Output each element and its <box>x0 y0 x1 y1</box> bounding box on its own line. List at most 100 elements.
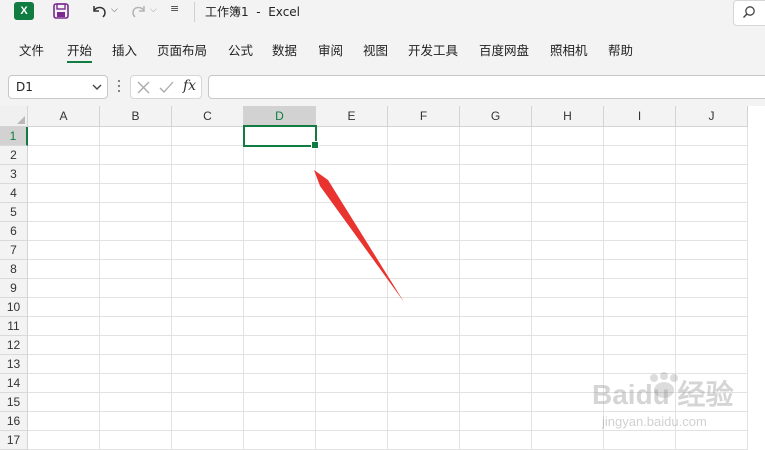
cancel-icon[interactable] <box>137 81 150 94</box>
cell-g14[interactable] <box>460 374 532 393</box>
column-header-h[interactable]: H <box>532 106 604 127</box>
cell-b1[interactable] <box>100 127 172 146</box>
cell-g5[interactable] <box>460 203 532 222</box>
cell-h2[interactable] <box>532 146 604 165</box>
cell-h11[interactable] <box>532 317 604 336</box>
cell-a9[interactable] <box>28 279 100 298</box>
cell-f14[interactable] <box>388 374 460 393</box>
cell-b13[interactable] <box>100 355 172 374</box>
cell-a2[interactable] <box>28 146 100 165</box>
cell-g11[interactable] <box>460 317 532 336</box>
cell-c9[interactable] <box>172 279 244 298</box>
cell-b9[interactable] <box>100 279 172 298</box>
cell-j6[interactable] <box>676 222 748 241</box>
undo-icon[interactable] <box>90 3 108 19</box>
cell-e13[interactable] <box>316 355 388 374</box>
cell-f10[interactable] <box>388 298 460 317</box>
cell-c14[interactable] <box>172 374 244 393</box>
cell-c12[interactable] <box>172 336 244 355</box>
cell-e8[interactable] <box>316 260 388 279</box>
cell-f5[interactable] <box>388 203 460 222</box>
cell-a12[interactable] <box>28 336 100 355</box>
cell-f9[interactable] <box>388 279 460 298</box>
cell-h8[interactable] <box>532 260 604 279</box>
cell-j1[interactable] <box>676 127 748 146</box>
cell-f8[interactable] <box>388 260 460 279</box>
cell-d13[interactable] <box>244 355 316 374</box>
cell-e3[interactable] <box>316 165 388 184</box>
tab-baidu-netdisk[interactable]: 百度网盘 <box>479 40 529 59</box>
cell-j3[interactable] <box>676 165 748 184</box>
cell-f2[interactable] <box>388 146 460 165</box>
cell-d11[interactable] <box>244 317 316 336</box>
cell-c1[interactable] <box>172 127 244 146</box>
tab-formulas[interactable]: 公式 <box>228 40 253 59</box>
cell-i2[interactable] <box>604 146 676 165</box>
column-header-e[interactable]: E <box>316 106 388 127</box>
cell-e17[interactable] <box>316 431 388 450</box>
cell-i8[interactable] <box>604 260 676 279</box>
row-header-13[interactable]: 13 <box>0 355 28 374</box>
cell-d8[interactable] <box>244 260 316 279</box>
cell-j5[interactable] <box>676 203 748 222</box>
cell-g2[interactable] <box>460 146 532 165</box>
cell-h3[interactable] <box>532 165 604 184</box>
cell-j8[interactable] <box>676 260 748 279</box>
cell-a8[interactable] <box>28 260 100 279</box>
cell-g12[interactable] <box>460 336 532 355</box>
cell-c5[interactable] <box>172 203 244 222</box>
cell-f6[interactable] <box>388 222 460 241</box>
cell-b4[interactable] <box>100 184 172 203</box>
cell-f13[interactable] <box>388 355 460 374</box>
cell-d17[interactable] <box>244 431 316 450</box>
cell-d9[interactable] <box>244 279 316 298</box>
cell-c3[interactable] <box>172 165 244 184</box>
column-header-c[interactable]: C <box>172 106 244 127</box>
cell-h5[interactable] <box>532 203 604 222</box>
select-all-button[interactable] <box>0 106 28 127</box>
cell-d5[interactable] <box>244 203 316 222</box>
formula-bar-grip-icon[interactable] <box>117 79 121 93</box>
tab-file[interactable]: 文件 <box>19 40 44 59</box>
cell-g13[interactable] <box>460 355 532 374</box>
redo-dropdown-icon[interactable]: ⌵ <box>150 5 157 15</box>
cell-b11[interactable] <box>100 317 172 336</box>
cell-h1[interactable] <box>532 127 604 146</box>
cell-f17[interactable] <box>388 431 460 450</box>
tab-review[interactable]: 审阅 <box>318 40 343 59</box>
cell-g1[interactable] <box>460 127 532 146</box>
tab-home[interactable]: 开始 <box>67 40 93 63</box>
cell-d6[interactable] <box>244 222 316 241</box>
cell-f7[interactable] <box>388 241 460 260</box>
cell-e2[interactable] <box>316 146 388 165</box>
cell-c15[interactable] <box>172 393 244 412</box>
cell-j12[interactable] <box>676 336 748 355</box>
cell-b10[interactable] <box>100 298 172 317</box>
row-header-1[interactable]: 1 <box>0 127 28 146</box>
row-header-10[interactable]: 10 <box>0 298 28 317</box>
cell-a5[interactable] <box>28 203 100 222</box>
cell-d2[interactable] <box>244 146 316 165</box>
cell-j11[interactable] <box>676 317 748 336</box>
cell-g7[interactable] <box>460 241 532 260</box>
cell-b16[interactable] <box>100 412 172 431</box>
cell-a14[interactable] <box>28 374 100 393</box>
cell-e14[interactable] <box>316 374 388 393</box>
cell-d15[interactable] <box>244 393 316 412</box>
cell-g3[interactable] <box>460 165 532 184</box>
cell-b3[interactable] <box>100 165 172 184</box>
enter-check-icon[interactable] <box>159 81 174 94</box>
column-header-i[interactable]: I <box>604 106 676 127</box>
active-cell-selection[interactable] <box>243 125 319 149</box>
tab-camera[interactable]: 照相机 <box>550 40 588 59</box>
cell-g8[interactable] <box>460 260 532 279</box>
row-header-8[interactable]: 8 <box>0 260 28 279</box>
cell-a4[interactable] <box>28 184 100 203</box>
cell-i5[interactable] <box>604 203 676 222</box>
cell-i9[interactable] <box>604 279 676 298</box>
cell-a15[interactable] <box>28 393 100 412</box>
column-header-d[interactable]: D <box>244 106 316 127</box>
cell-i7[interactable] <box>604 241 676 260</box>
cell-d14[interactable] <box>244 374 316 393</box>
cell-c7[interactable] <box>172 241 244 260</box>
